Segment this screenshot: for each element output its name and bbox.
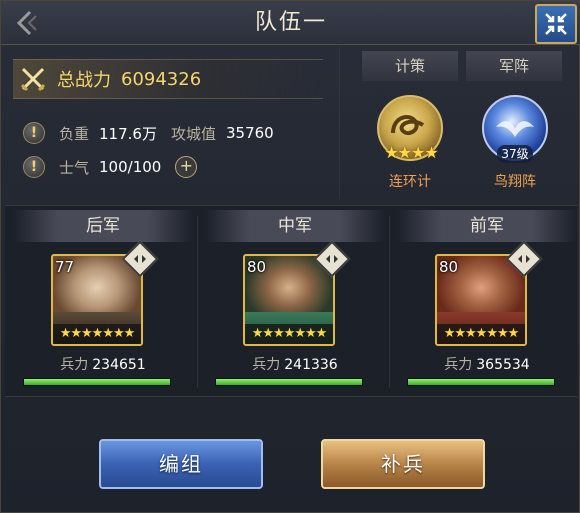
hero-stars: ★★★★★★★ <box>437 324 525 344</box>
troop-label: 兵力 <box>60 357 89 373</box>
team-panel: 队伍一 总战力 6094326 ! 负重 117.6万 攻城值 35760 ! … <box>0 0 580 513</box>
load-label: 负重 <box>59 124 90 143</box>
hero-level: 80 <box>247 258 267 276</box>
load-value: 117.6万 <box>99 124 157 143</box>
troop-bar-fill <box>24 379 170 385</box>
collapse-icon <box>545 13 567 35</box>
troop-bar <box>23 378 171 386</box>
siege-value: 35760 <box>225 124 274 142</box>
troop-value: 365534 <box>476 357 530 373</box>
column-divider <box>197 216 198 388</box>
army-column-title: 中军 <box>205 210 385 242</box>
troop-label: 兵力 <box>252 357 281 373</box>
collapse-button[interactable] <box>535 4 577 44</box>
morale-value: 100/100 <box>99 158 162 176</box>
page-title: 队伍一 <box>254 10 327 35</box>
formation-tab: 军阵 <box>466 51 562 81</box>
troop-bar <box>407 378 555 386</box>
morale-label: 士气 <box>59 158 90 177</box>
strategy-formation-section: 计策 军阵 ★★★★ 37级 连环计 鸟翔阵 <box>339 47 577 199</box>
total-power-label: 总战力 <box>57 70 111 91</box>
formation-level-badge: 37级 <box>497 145 533 163</box>
morale-plus-button[interactable]: + <box>175 156 198 178</box>
troop-value: 234651 <box>92 357 146 373</box>
strategy-tab: 计策 <box>362 51 458 81</box>
total-power-value: 6094326 <box>121 68 202 90</box>
troop-count: 兵力 234651 <box>9 354 197 374</box>
edit-team-button[interactable]: 编组 <box>99 439 263 489</box>
army-column-rear: 后军 77 ★★★★★★★ 兵力 234651 <box>9 206 197 398</box>
crossed-swords-icon <box>13 59 53 99</box>
strategy-name: 连环计 <box>389 174 431 190</box>
troop-count: 兵力 241336 <box>201 354 389 374</box>
formation-name: 鸟翔阵 <box>494 174 536 190</box>
army-column-title: 前军 <box>397 210 577 242</box>
army-column-title: 后军 <box>13 210 193 242</box>
troop-count: 兵力 365534 <box>393 354 580 374</box>
troop-bar-fill <box>408 379 554 385</box>
exclamation-icon[interactable]: ! <box>23 156 45 178</box>
stats-section: 总战力 6094326 ! 负重 117.6万 攻城值 35760 ! 士气 1… <box>5 49 335 199</box>
hero-level: 80 <box>439 258 459 276</box>
swap-arrows-icon <box>326 255 338 263</box>
army-section: 后军 77 ★★★★★★★ 兵力 234651 中军 80 ★★★★★★★ 兵力… <box>5 205 577 397</box>
troop-label: 兵力 <box>444 357 473 373</box>
hero-level: 77 <box>55 258 75 276</box>
hero-stars: ★★★★★★★ <box>53 324 141 344</box>
header-bar: 队伍一 <box>1 1 580 45</box>
siege-label: 攻城值 <box>170 124 216 143</box>
strategy-stars: ★★★★ <box>384 143 438 162</box>
hero-stars: ★★★★★★★ <box>245 324 333 344</box>
replenish-troops-button[interactable]: 补兵 <box>321 439 485 489</box>
morale-row: ! 士气 100/100 + <box>23 153 198 181</box>
load-siege-row: ! 负重 117.6万 攻城值 35760 <box>23 119 288 147</box>
troop-bar <box>215 378 363 386</box>
army-column-middle: 中军 80 ★★★★★★★ 兵力 241336 <box>201 206 389 398</box>
exclamation-icon[interactable]: ! <box>23 122 45 144</box>
troop-bar-fill <box>216 379 362 385</box>
total-power-row: 总战力 6094326 <box>13 59 323 99</box>
column-divider <box>389 216 390 388</box>
swap-arrows-icon <box>134 255 146 263</box>
troop-value: 241336 <box>284 357 338 373</box>
army-column-front: 前军 80 ★★★★★★★ 兵力 365534 <box>393 206 580 398</box>
swap-arrows-icon <box>518 255 530 263</box>
